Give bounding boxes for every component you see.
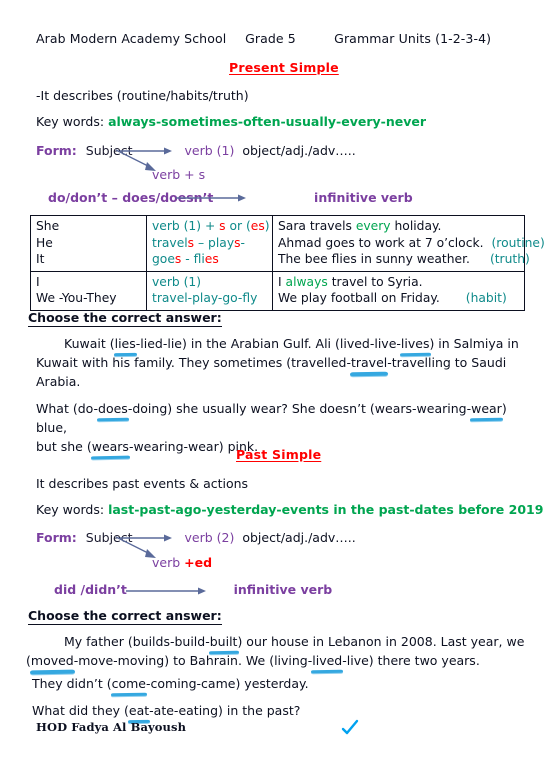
- past-aux-result: infinitive verb: [233, 582, 333, 597]
- past-describes: It describes past events & actions: [36, 476, 249, 491]
- form-item: verb (1): [152, 274, 202, 289]
- example-item: The bee flies in sunny weather. (truth): [278, 252, 530, 266]
- answer-mark[interactable]: lies: [115, 334, 136, 353]
- answer-mark[interactable]: does: [98, 399, 128, 418]
- table-cell-examples: Sara travels every holiday. Ahmad goes t…: [272, 215, 544, 272]
- example-item: We play football on Friday. (habit): [278, 291, 507, 305]
- past-exercise-paragraph-3: What did they (eat-ate-eating) in the pa…: [32, 701, 301, 720]
- example-tag: (truth): [489, 252, 530, 266]
- worksheet-header: Arab Modern Academy School Grade 5 Gramm…: [36, 31, 516, 46]
- answer-mark[interactable]: built: [210, 632, 238, 651]
- past-aux-arrow: [126, 587, 206, 595]
- answer-mark[interactable]: lives: [401, 334, 430, 353]
- school-name: Arab Modern Academy School: [36, 31, 227, 46]
- units-label: Grammar Units (1-2-3-4): [334, 31, 492, 46]
- past-keywords: last-past-ago-yesterday-events in the pa…: [108, 502, 544, 517]
- footer-signature: HOD Fadya Al Bayoush: [36, 720, 187, 734]
- answer-mark[interactable]: moved: [31, 651, 74, 670]
- grade-label: Grade 5: [245, 31, 296, 46]
- answer-mark[interactable]: eat: [129, 701, 149, 720]
- table-cell-forms: verb (1) + s or (es) travels – plays- go…: [146, 215, 273, 272]
- present-arrow-diagonal: [115, 149, 156, 171]
- answer-mark[interactable]: come: [112, 674, 146, 693]
- past-exercise-heading: Choose the correct answer:: [28, 608, 222, 625]
- answer-mark[interactable]: wears: [92, 437, 129, 456]
- answer-mark[interactable]: lived: [312, 651, 342, 670]
- table-cell-forms: verb (1) travel-play-go-fly: [146, 270, 273, 311]
- present-aux-result: infinitive verb: [314, 190, 413, 205]
- present-describes: -It describes (routine/habits/truth): [36, 88, 249, 103]
- answer-mark[interactable]: wear: [471, 399, 502, 418]
- present-exercise-paragraph-1: Kuwait (lies-lied-lie) in the Arabian Gu…: [36, 334, 519, 389]
- subject-item: We -You-They: [36, 291, 117, 305]
- present-form-row1: Form: Subject verb (1) object/adj./adv….…: [36, 143, 356, 158]
- past-form-object: object/adj./adv…..: [242, 530, 356, 545]
- present-form-label: Form:: [36, 143, 77, 158]
- table-cell-examples: I always travel to Syria. We play footba…: [272, 270, 525, 311]
- example-tag: (routine): [491, 235, 544, 250]
- present-keywords: always-sometimes-often-usually-every-nev…: [108, 114, 427, 129]
- table-row: She He It verb (1) + s or (es) travels –…: [30, 215, 544, 272]
- table-cell-subjects: I We -You-They: [30, 270, 147, 311]
- present-aux-arrow: [176, 194, 246, 202]
- present-keywords-label: Key words:: [36, 114, 105, 129]
- past-exercise-paragraph-1: My father (builds-build-built) our house…: [26, 632, 525, 670]
- present-simple-table: She He It verb (1) + s or (es) travels –…: [30, 215, 544, 311]
- past-exercise-paragraph-2: They didn’t (come-coming-came) yesterday…: [32, 674, 309, 693]
- form-item: goes - flies: [152, 252, 219, 266]
- subject-item: She: [36, 219, 60, 233]
- subject-item: I: [36, 274, 40, 289]
- present-form-object: object/adj./adv…..: [242, 143, 356, 158]
- past-form-label: Form:: [36, 530, 77, 545]
- subject-item: He: [36, 235, 53, 250]
- past-keywords-row: Key words: last-past-ago-yesterday-event…: [36, 502, 543, 517]
- blue-tick-icon: [341, 719, 359, 735]
- form-item: travel-play-go-fly: [152, 291, 258, 305]
- example-item: Ahmad goes to work at 7 o’clock. (routine…: [278, 235, 544, 250]
- past-arrow-diagonal: [115, 536, 156, 558]
- table-row: I We -You-They verb (1) travel-play-go-f…: [30, 270, 525, 311]
- past-simple-title: Past Simple: [236, 447, 322, 462]
- answer-mark[interactable]: travel: [351, 353, 387, 372]
- past-keywords-label: Key words:: [36, 502, 105, 517]
- form-item: verb (1) + s or (es): [152, 219, 270, 233]
- present-exercise-heading: Choose the correct answer:: [28, 310, 222, 327]
- present-simple-title: Present Simple: [229, 60, 339, 75]
- worksheet-page: Arab Modern Academy School Grade 5 Gramm…: [0, 0, 544, 767]
- example-item: Sara travels every holiday.: [278, 219, 442, 233]
- past-form-row1: Form: Subject verb (2) object/adj./adv….…: [36, 530, 356, 545]
- past-form-ed-suffix: +ed: [184, 555, 213, 570]
- example-item: I always travel to Syria.: [278, 274, 423, 289]
- table-cell-subjects: She He It: [30, 215, 147, 272]
- present-keywords-row: Key words: always-sometimes-often-usuall…: [36, 114, 426, 129]
- past-aux: did /didn’t: [54, 582, 127, 597]
- present-form-verb: verb (1): [184, 143, 235, 158]
- past-form-verb: verb (2): [184, 530, 235, 545]
- form-item: travels – plays-: [152, 235, 245, 250]
- subject-item: It: [36, 252, 45, 266]
- example-tag: (habit): [465, 291, 507, 305]
